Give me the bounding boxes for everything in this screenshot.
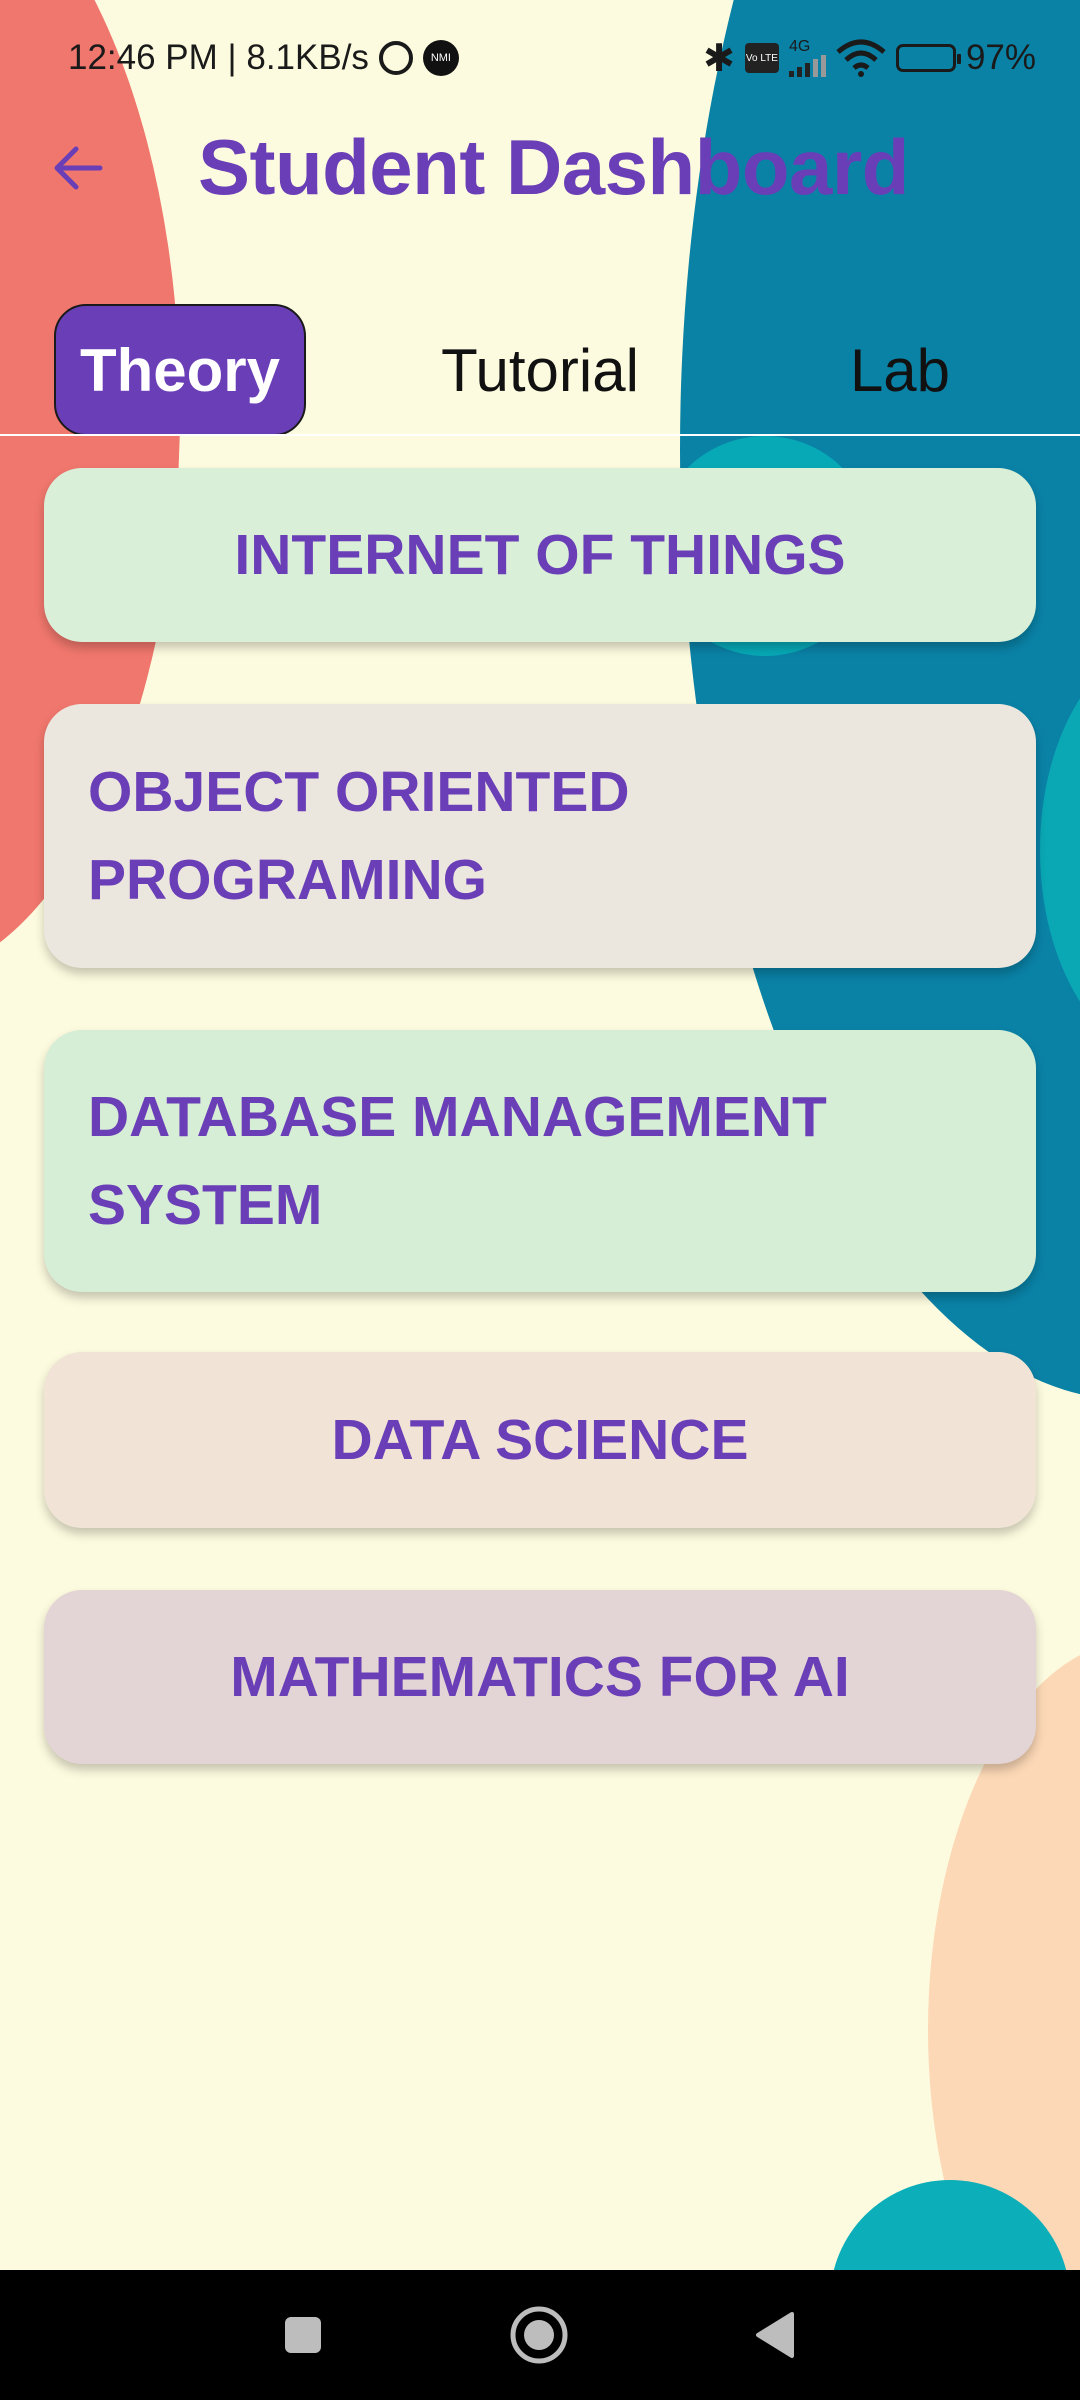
status-time: 12:46 PM | 8.1KB/s <box>68 38 369 77</box>
subject-card-oop[interactable]: OBJECT ORIENTED PROGRAMING <box>44 704 1036 968</box>
battery-percent: 97% <box>965 38 1036 77</box>
subject-card-math-ai[interactable]: MATHEMATICS FOR AI <box>44 1590 1036 1764</box>
subject-card-iot[interactable]: INTERNET OF THINGS <box>44 468 1036 642</box>
nfc-icon: NMI <box>422 40 459 76</box>
status-bar: 12:46 PM | 8.1KB/s NMI ✱ Vo LTE 4G 97% <box>0 0 1080 116</box>
subject-card-dbms[interactable]: DATABASE MANAGEMENT SYSTEM <box>44 1030 1036 1292</box>
alarm-icon <box>378 41 413 75</box>
subject-card-data-science[interactable]: DATA SCIENCE <box>44 1352 1036 1528</box>
tab-theory[interactable]: Theory <box>54 304 306 436</box>
recents-square-icon[interactable] <box>266 2298 340 2372</box>
tab-divider <box>0 434 1080 436</box>
system-nav-bar <box>0 2270 1080 2400</box>
tab-tutorial[interactable]: Tutorial <box>420 304 660 436</box>
volte-icon: Vo LTE <box>744 43 779 73</box>
tab-lab[interactable]: Lab <box>820 304 980 436</box>
page-title: Student Dashboard <box>198 123 909 211</box>
home-circle-icon[interactable] <box>502 2298 576 2372</box>
back-triangle-icon[interactable] <box>738 2298 812 2372</box>
battery-icon <box>895 44 961 72</box>
network-type-label: 4G <box>788 38 811 55</box>
tab-bar: Theory Tutorial Lab <box>0 304 1080 436</box>
app-bar: Student Dashboard <box>0 116 1080 226</box>
arrow-left-icon[interactable] <box>48 138 108 198</box>
wifi-icon <box>836 38 886 78</box>
bluetooth-icon: ✱ <box>703 37 735 80</box>
signal-icon: 4G <box>788 38 826 77</box>
